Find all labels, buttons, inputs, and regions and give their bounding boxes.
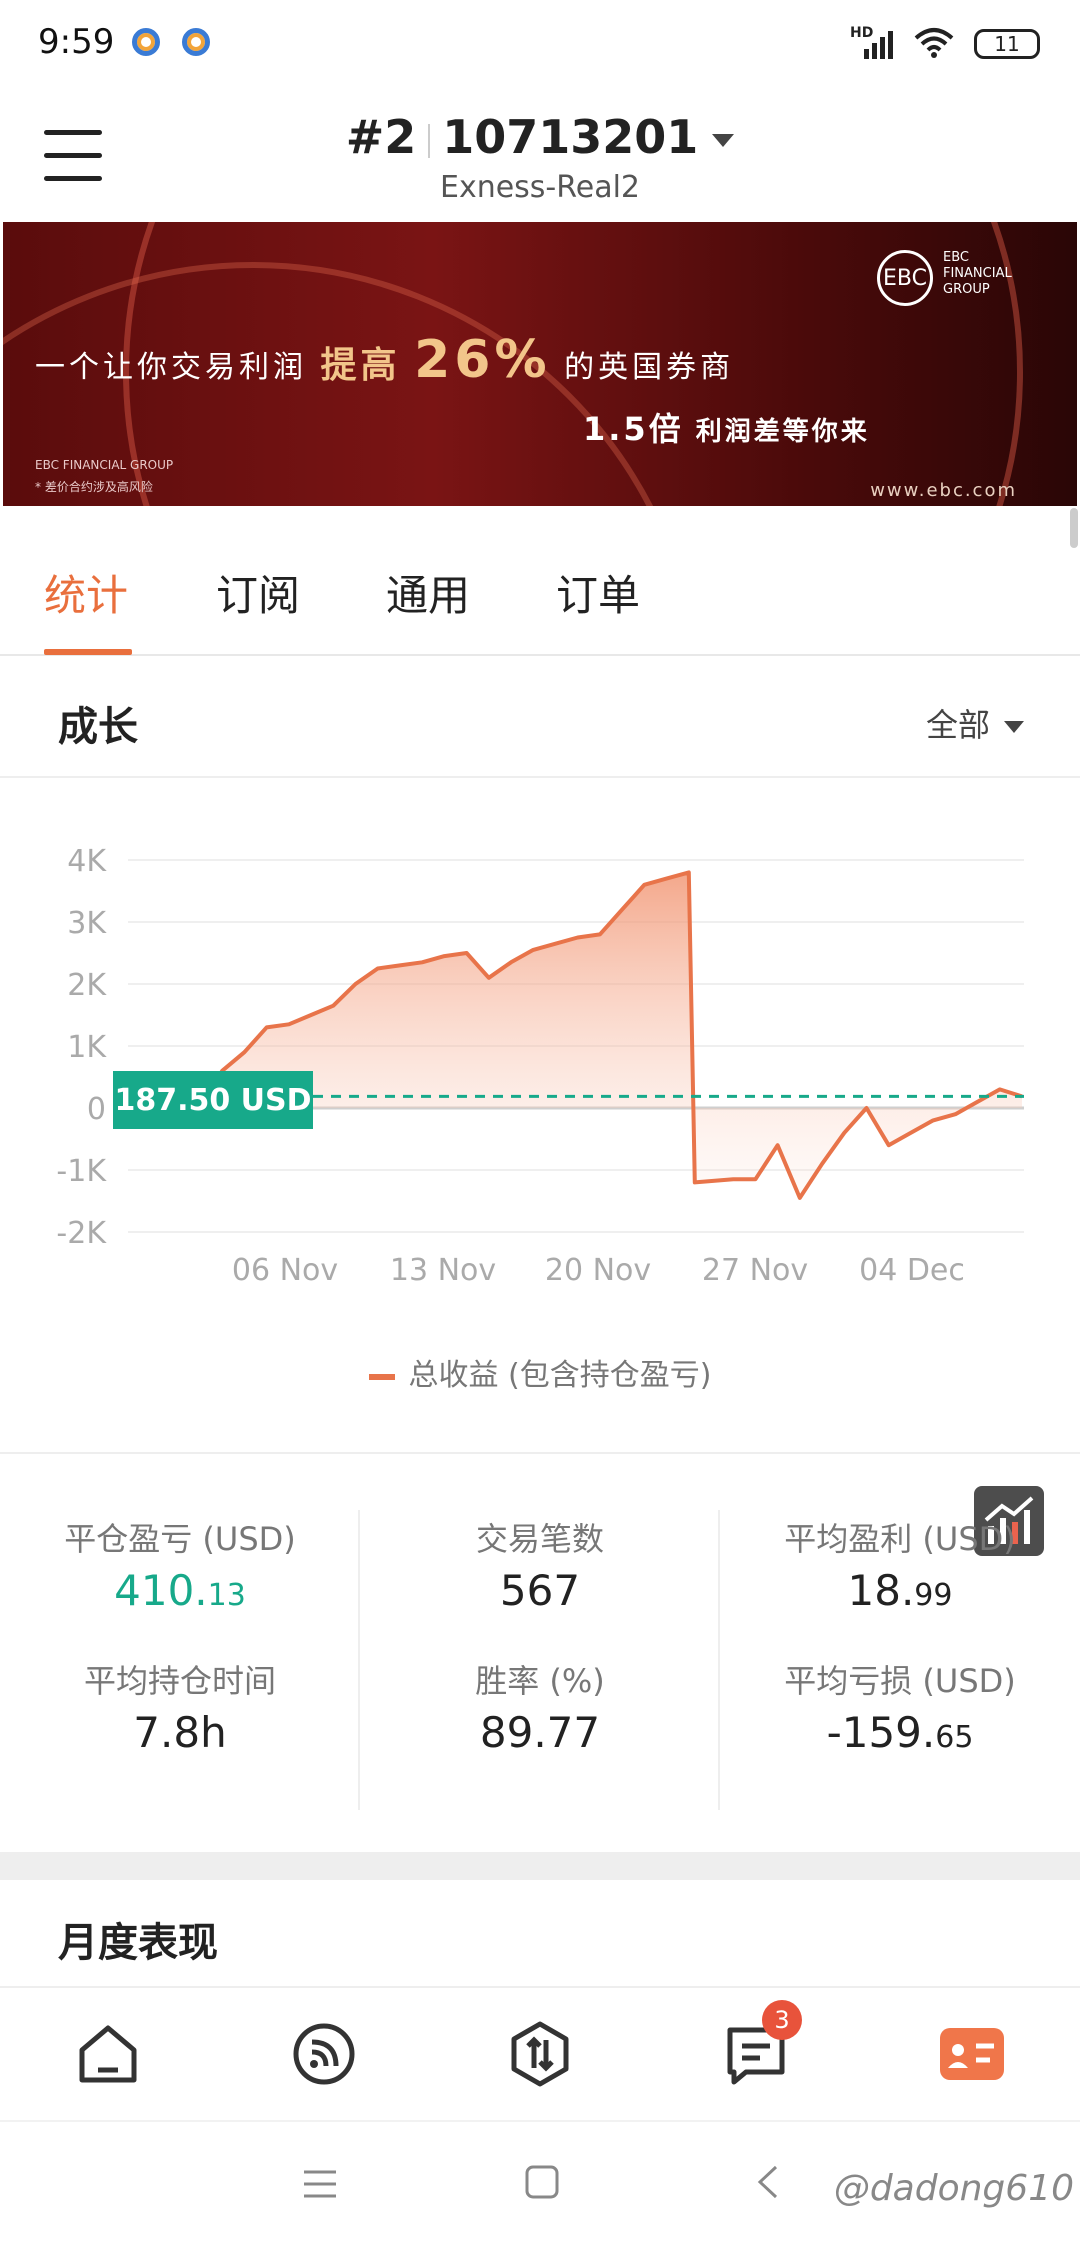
x-tick-label: 27 Nov <box>702 1253 808 1288</box>
y-tick-label: 3K <box>67 906 107 941</box>
banner-risk-note: * 差价合约涉及高风险 <box>35 480 153 494</box>
active-tab-indicator <box>44 649 132 655</box>
y-tick-label: -2K <box>56 1216 107 1251</box>
growth-filter-dropdown[interactable]: 全部 <box>926 700 1024 746</box>
x-tick-label: 13 Nov <box>390 1253 496 1288</box>
stat-trade-count: 交易笔数 567 <box>475 1520 604 1615</box>
chevron-down-icon <box>1004 721 1024 733</box>
back-icon[interactable] <box>756 2164 780 2204</box>
stat-closed-pnl: 平仓盈亏 (USD) 410.13 <box>64 1520 296 1615</box>
stat-avg-loss: 平均亏损 (USD) -159.65 <box>784 1662 1016 1757</box>
recent-apps-icon[interactable] <box>302 2166 338 2206</box>
home-button-icon[interactable] <box>524 2164 560 2204</box>
current-value-label: 187.50 USD <box>113 1071 313 1129</box>
x-tick-label: 06 Nov <box>232 1253 338 1288</box>
home-icon[interactable] <box>68 2014 148 2094</box>
divider <box>718 1510 720 1810</box>
y-tick-label: 4K <box>67 844 107 879</box>
account-index: #2 <box>345 110 417 164</box>
tab-statistics[interactable]: 统计 <box>44 562 128 623</box>
tab-general[interactable]: 通用 <box>386 562 470 623</box>
status-time: 9:59 <box>38 22 115 62</box>
notification-badge: 3 <box>762 2000 802 2040</box>
divider <box>358 1510 360 1810</box>
y-tick-label: 2K <box>67 968 107 1003</box>
system-nav-bar: @dadong610 <box>0 2120 1080 2248</box>
y-tick-label: 0 <box>87 1092 106 1127</box>
ebc-logo: EBC EBC FINANCIAL GROUP <box>877 242 1017 312</box>
app-notification-icon <box>132 28 160 56</box>
tab-bar: 统计 订阅 通用 订单 <box>0 510 1080 656</box>
account-number: 10713201 <box>442 110 699 164</box>
chart-legend[interactable]: 总收益 (包含持仓盈亏) <box>0 1350 1080 1394</box>
bottom-nav <box>0 1986 1080 2120</box>
section-divider <box>0 1852 1080 1880</box>
growth-chart-svg: 4K 3K 2K 1K 0 -1K -2K 06 Nov 13 Nov 20 Nov 27 Nov… <box>56 844 1024 1288</box>
signal-icon: HD <box>850 25 894 59</box>
y-tick-label: -1K <box>56 1154 107 1189</box>
tab-subscribe[interactable]: 订阅 <box>216 562 300 623</box>
legend-label: 总收益 (包含持仓盈亏) <box>408 1358 712 1393</box>
wifi-icon <box>912 26 956 62</box>
tab-orders[interactable]: 订单 <box>556 562 640 623</box>
stat-win-rate: 胜率 (%) 89.77 <box>475 1662 605 1757</box>
growth-section-header: 成长 全部 <box>0 658 1080 778</box>
status-bar: 9:59 HD 11 <box>0 0 1080 90</box>
y-tick-label: 1K <box>67 1030 107 1065</box>
legend-swatch <box>368 1373 395 1380</box>
battery-icon: 11 <box>974 29 1040 59</box>
x-tick-label: 20 Nov <box>545 1253 651 1288</box>
x-tick-label: 04 Dec <box>859 1253 965 1288</box>
banner-brand: EBC FINANCIAL GROUP <box>35 458 174 472</box>
banner-subline: 1.5倍 利润差等你来 <box>583 410 870 448</box>
server-name: Exness-Real2 <box>439 170 641 205</box>
chevron-down-icon <box>712 134 735 147</box>
stat-avg-profit: 平均盈利 (USD) 18.99 <box>784 1520 1016 1615</box>
app-header: #2 10713201 Exness-Real2 <box>0 90 1080 220</box>
banner-url: www.ebc.com <box>870 480 1017 501</box>
monthly-performance-title: 月度表现 <box>58 1920 218 1966</box>
ad-banner[interactable]: EBC EBC FINANCIAL GROUP 一个让你交易利润 提高 26% … <box>3 222 1077 506</box>
growth-chart[interactable]: 4K 3K 2K 1K 0 -1K -2K 06 Nov 13 Nov 20 Nov 27 Nov… <box>0 780 1080 1440</box>
profile-card-icon[interactable] <box>932 2014 1012 2094</box>
app-notification-icon <box>182 28 210 56</box>
banner-headline: 一个让你交易利润 提高 26% 的英国券商 <box>35 330 735 390</box>
stats-panel: 平仓盈亏 (USD) 410.13 交易笔数 567 平均盈利 (USD) 18… <box>0 1452 1080 1852</box>
account-selector[interactable]: #2 10713201 <box>0 110 1080 164</box>
trade-icon[interactable] <box>500 2014 580 2094</box>
stat-avg-hold-time: 平均持仓时间 7.8h <box>83 1662 276 1757</box>
growth-title: 成长 <box>58 704 138 750</box>
watermark: @dadong610 <box>833 2168 1074 2209</box>
signal-feed-icon[interactable] <box>284 2014 364 2094</box>
